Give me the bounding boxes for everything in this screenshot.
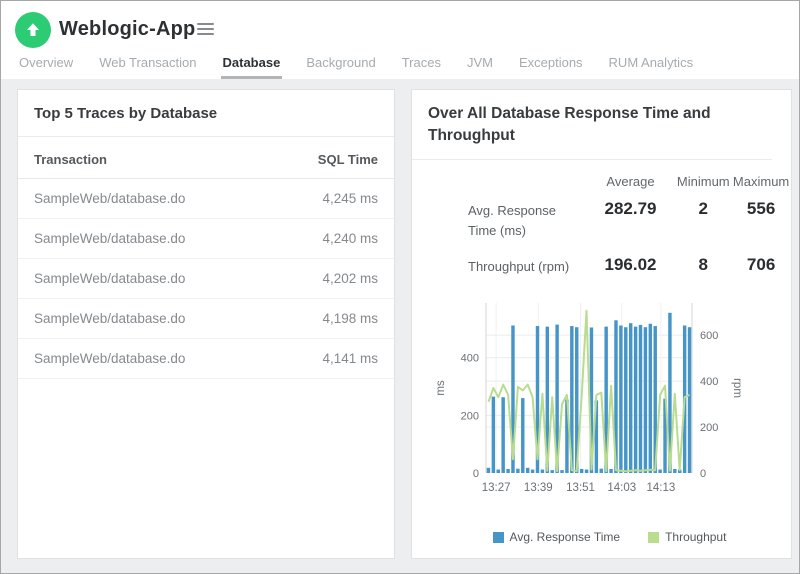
avg-response-average: 282.79 bbox=[586, 199, 676, 219]
sql-time-value: 4,141 ms bbox=[322, 351, 378, 366]
tab-database[interactable]: Database bbox=[221, 49, 283, 79]
table-row[interactable]: SampleWeb/database.do 4,245 ms bbox=[18, 179, 394, 219]
stats-row-throughput: Throughput (rpm) 196.02 8 706 bbox=[468, 255, 791, 277]
sql-time-value: 4,240 ms bbox=[322, 231, 378, 246]
transaction-name[interactable]: SampleWeb/database.do bbox=[34, 351, 185, 366]
svg-text:400: 400 bbox=[461, 353, 479, 365]
svg-text:13:51: 13:51 bbox=[566, 482, 595, 494]
column-header-transaction: Transaction bbox=[34, 152, 107, 167]
column-header-sql-time: SQL Time bbox=[318, 152, 378, 167]
table-row[interactable]: SampleWeb/database.do 4,240 ms bbox=[18, 219, 394, 259]
avg-response-maximum: 556 bbox=[731, 199, 791, 219]
svg-text:13:39: 13:39 bbox=[524, 482, 553, 494]
svg-text:200: 200 bbox=[700, 422, 718, 434]
tab-bar: Overview Web Transaction Database Backgr… bbox=[17, 49, 695, 79]
response-throughput-panel: Over All Database Response Time and Thro… bbox=[411, 89, 792, 559]
legend-swatch-green bbox=[648, 532, 659, 543]
svg-text:600: 600 bbox=[700, 331, 718, 343]
svg-text:14:13: 14:13 bbox=[647, 482, 676, 494]
stats-header-row: Average Minimum Maximum bbox=[468, 174, 791, 189]
hamburger-bar bbox=[197, 28, 214, 30]
throughput-average: 196.02 bbox=[586, 255, 676, 275]
table-row[interactable]: SampleWeb/database.do 4,202 ms bbox=[18, 259, 394, 299]
legend-swatch-blue bbox=[493, 532, 504, 543]
svg-text:rpm: rpm bbox=[731, 378, 743, 398]
response-throughput-title: Over All Database Response Time and Thro… bbox=[412, 90, 772, 160]
stats-spacer bbox=[468, 174, 586, 176]
tab-exceptions[interactable]: Exceptions bbox=[517, 49, 585, 79]
app-status-icon bbox=[15, 12, 51, 48]
stats-summary: Average Minimum Maximum Avg. Response Ti… bbox=[412, 160, 791, 295]
transaction-name[interactable]: SampleWeb/database.do bbox=[34, 231, 185, 246]
tab-overview[interactable]: Overview bbox=[17, 49, 75, 79]
tab-web-transaction[interactable]: Web Transaction bbox=[97, 49, 198, 79]
app-window: Weblogic-App Overview Web Transaction Da… bbox=[0, 0, 800, 574]
response-throughput-chart[interactable]: 0 200 400 0 200 400 600 13:27 13:39 13:51 14:03 14:… bbox=[428, 297, 768, 517]
transaction-name[interactable]: SampleWeb/database.do bbox=[34, 271, 185, 286]
svg-text:0: 0 bbox=[700, 468, 706, 480]
top-traces-panel: Top 5 Traces by Database Transaction SQL… bbox=[17, 89, 395, 559]
column-header-average: Average bbox=[586, 174, 676, 189]
sql-time-value: 4,198 ms bbox=[322, 311, 378, 326]
svg-text:200: 200 bbox=[461, 411, 479, 423]
tab-rum-analytics[interactable]: RUM Analytics bbox=[607, 49, 696, 79]
tab-jvm[interactable]: JVM bbox=[465, 49, 495, 79]
table-row[interactable]: SampleWeb/database.do 4,141 ms bbox=[18, 339, 394, 379]
stats-row-response-time: Avg. Response Time (ms) 282.79 2 556 bbox=[468, 199, 791, 241]
tab-traces[interactable]: Traces bbox=[400, 49, 443, 79]
transaction-name[interactable]: SampleWeb/database.do bbox=[34, 191, 185, 206]
app-header: Weblogic-App Overview Web Transaction Da… bbox=[1, 1, 799, 79]
tab-background[interactable]: Background bbox=[304, 49, 377, 79]
legend-item-response-time[interactable]: Avg. Response Time bbox=[493, 530, 621, 544]
hamburger-icon[interactable] bbox=[197, 23, 214, 38]
sql-time-value: 4,202 ms bbox=[322, 271, 378, 286]
legend-label: Throughput bbox=[665, 530, 726, 544]
svg-text:0: 0 bbox=[473, 468, 479, 480]
legend-label: Avg. Response Time bbox=[510, 530, 621, 544]
hamburger-bar bbox=[197, 33, 214, 35]
column-header-minimum: Minimum bbox=[675, 174, 731, 189]
svg-text:14:03: 14:03 bbox=[607, 482, 636, 494]
arrow-up-icon bbox=[24, 21, 42, 39]
throughput-maximum: 706 bbox=[731, 255, 791, 275]
top-traces-title: Top 5 Traces by Database bbox=[18, 90, 394, 137]
transaction-name[interactable]: SampleWeb/database.do bbox=[34, 311, 185, 326]
svg-text:400: 400 bbox=[700, 376, 718, 388]
column-header-maximum: Maximum bbox=[731, 174, 791, 189]
legend-item-throughput[interactable]: Throughput bbox=[648, 530, 726, 544]
avg-response-minimum: 2 bbox=[675, 199, 731, 219]
stats-row-label: Avg. Response Time (ms) bbox=[468, 199, 586, 241]
traces-table: Transaction SQL Time SampleWeb/database.… bbox=[18, 137, 394, 379]
stats-row-label: Throughput (rpm) bbox=[468, 255, 586, 277]
table-row[interactable]: SampleWeb/database.do 4,198 ms bbox=[18, 299, 394, 339]
throughput-minimum: 8 bbox=[675, 255, 731, 275]
chart-legend: Avg. Response Time Throughput bbox=[428, 530, 791, 544]
page-title: Weblogic-App bbox=[59, 18, 195, 41]
traces-table-header: Transaction SQL Time bbox=[18, 137, 394, 179]
hamburger-bar bbox=[197, 23, 214, 25]
chart-container: 0 200 400 0 200 400 600 13:27 13:39 13:51 14:03 14:… bbox=[428, 297, 791, 544]
svg-text:ms: ms bbox=[435, 380, 447, 396]
sql-time-value: 4,245 ms bbox=[322, 191, 378, 206]
svg-text:13:27: 13:27 bbox=[482, 482, 511, 494]
